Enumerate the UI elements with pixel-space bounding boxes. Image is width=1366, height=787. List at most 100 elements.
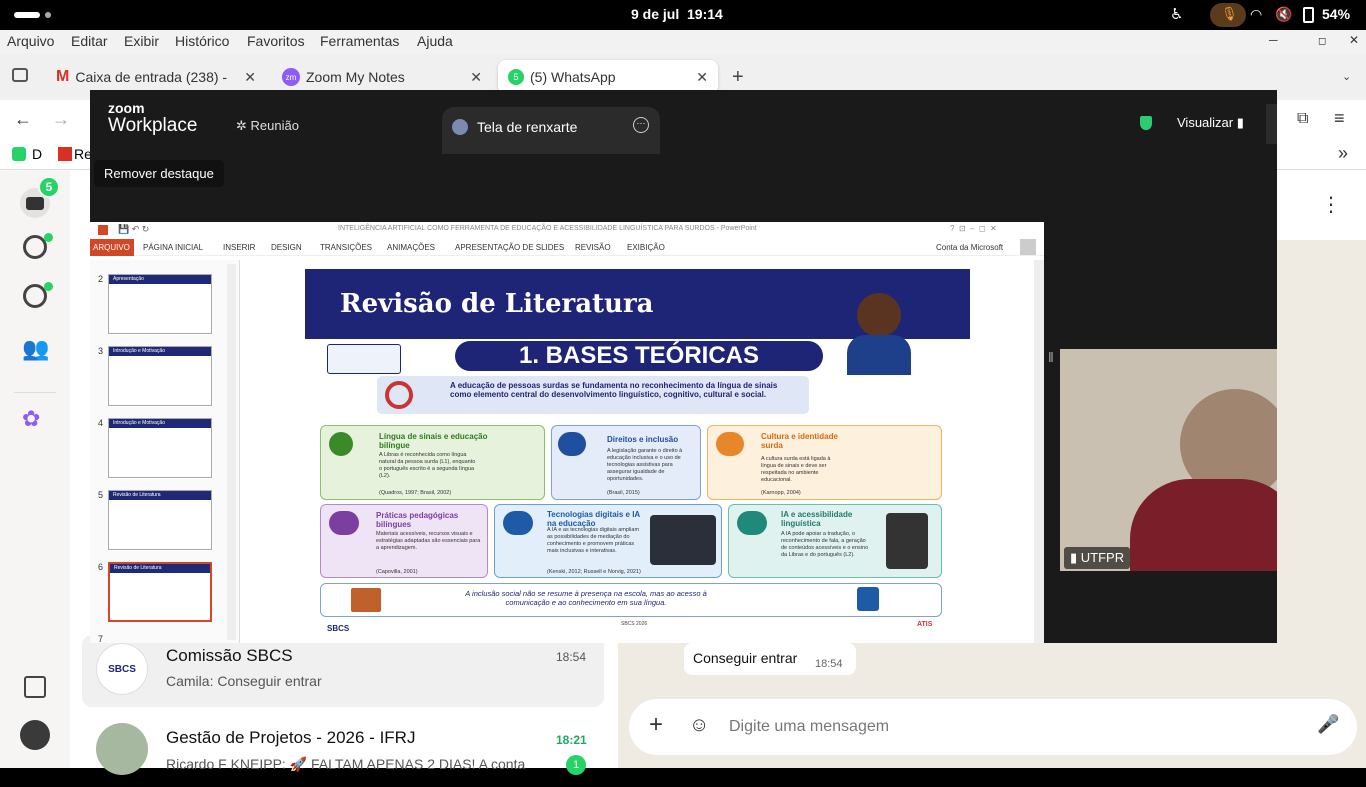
back-icon[interactable]: ← xyxy=(14,109,32,130)
clock[interactable]: 9 de jul 19:14 xyxy=(631,6,723,22)
menu-ajuda[interactable]: Ajuda xyxy=(417,33,453,49)
share-screen-tab[interactable]: Tela de renxarte ··· xyxy=(442,107,660,154)
unread-count-badge: 1 xyxy=(566,755,586,775)
card-praticas: Práticas pedagógicas bilíngues Materiais… xyxy=(320,504,488,578)
chat-item-gestao[interactable]: Gestão de Projetos - 2026 - IFRJ Ricardo… xyxy=(82,715,604,787)
bookmark-favicon xyxy=(58,147,72,161)
emoji-icon[interactable]: ☺ xyxy=(689,714,709,737)
ribbon-design[interactable]: DESIGN xyxy=(271,243,302,252)
resize-handle[interactable]: ‖ xyxy=(1048,349,1058,379)
forward-icon[interactable]: → xyxy=(52,109,70,130)
accessibility-icon[interactable]: ♿ xyxy=(1170,5,1183,23)
ribbon-inserir[interactable]: INSERIR xyxy=(223,243,255,252)
close-tab-icon[interactable]: ✕ xyxy=(696,69,708,86)
thumb-number: 4 xyxy=(98,418,104,428)
books-illustration xyxy=(351,588,381,612)
ribbon-revisao[interactable]: REVISÃO xyxy=(575,243,611,252)
card-body: A Libras é reconhecida como língua natur… xyxy=(379,452,476,479)
rail-divider xyxy=(14,392,56,393)
slide-scrollbar[interactable] xyxy=(1034,260,1044,643)
menu-historico[interactable]: Histórico xyxy=(175,33,229,49)
date-text: 9 de jul xyxy=(631,6,680,22)
tab-whatsapp[interactable]: 5 (5) WhatsApp ✕ xyxy=(498,60,718,94)
maximize-icon[interactable]: ◻ xyxy=(1318,36,1326,47)
more-bookmarks-icon[interactable]: » xyxy=(1338,143,1348,164)
close-tab-icon[interactable]: ✕ xyxy=(244,69,256,86)
app-menu-icon[interactable]: ≡ xyxy=(1334,108,1345,129)
list-tabs-icon[interactable]: ⌄ xyxy=(1342,70,1351,83)
communities-icon[interactable]: 👥 xyxy=(22,336,49,362)
meta-ai-icon[interactable]: ✿ xyxy=(22,406,40,432)
message-bubble[interactable]: Conseguir entrar 18:54 xyxy=(684,643,856,675)
slide-thumbnail[interactable]: Apresentação xyxy=(108,274,212,334)
slide-thumbnail-selected[interactable]: Revisão de Literatura xyxy=(108,562,212,622)
menu-arquivo[interactable]: Arquivo xyxy=(7,33,54,49)
card-body: A cultura surda está ligada à língua de … xyxy=(761,456,831,483)
ribbon-transicoes[interactable]: TRANSIÇÕES xyxy=(320,243,372,252)
card-body: Materiais acessíveis, recursos visuais e… xyxy=(376,531,481,551)
microphone-icon[interactable]: 🎤 xyxy=(1317,714,1339,735)
ribbon-animacoes[interactable]: ANIMAÇÕES xyxy=(387,243,435,252)
ppt-account[interactable]: Conta da Microsoft xyxy=(936,243,1003,252)
chat-item-comissao[interactable]: SBCS Comissão SBCS Camila: Conseguir ent… xyxy=(82,635,604,707)
ribbon-apresentacao[interactable]: APRESENTAÇÃO DE SLIDES xyxy=(455,243,564,252)
mic-muted-indicator[interactable]: 🎙 xyxy=(1210,3,1246,27)
more-options-icon[interactable]: ⋮ xyxy=(1321,192,1341,217)
close-tab-icon[interactable]: ✕ xyxy=(470,69,482,86)
media-icon[interactable] xyxy=(24,676,46,698)
tab-gmail[interactable]: M Caixa de entrada (238) - ✕ xyxy=(46,60,266,94)
close-window-icon[interactable]: ✕ xyxy=(1349,33,1359,47)
options-icon[interactable]: ··· xyxy=(633,117,649,133)
tab-label: (5) WhatsApp xyxy=(530,69,616,85)
volume-muted-icon[interactable]: 🔇 xyxy=(1275,6,1292,23)
view-button[interactable]: Visualizar ▮ xyxy=(1177,115,1244,131)
zoom-logo: zoom Workplace xyxy=(108,101,197,137)
bookmark-item[interactable]: D xyxy=(32,146,42,162)
activities-indicator[interactable] xyxy=(14,12,40,18)
ppt-account-avatar[interactable] xyxy=(1020,239,1036,255)
footer-logo-atis: ATIS xyxy=(917,621,933,628)
target-icon xyxy=(385,381,413,409)
ai-brain-icon xyxy=(737,511,767,535)
extensions-icon[interactable]: ⧉ xyxy=(1297,110,1308,128)
ppt-window-controls[interactable]: ? ⊡ – ◻ ✕ xyxy=(950,224,997,233)
participant-video[interactable]: ▮ UTFPR xyxy=(1060,349,1277,571)
slide-thumbnail[interactable]: Revisão de Literatura xyxy=(108,490,212,550)
wifi-icon[interactable]: ◠ xyxy=(1250,6,1262,23)
battery-icon[interactable] xyxy=(1303,7,1314,23)
zoom-header: zoom Workplace ✲ Reunião Tela de renxarte… xyxy=(90,90,1277,154)
security-shield-icon[interactable] xyxy=(1140,116,1152,130)
time-text: 19:14 xyxy=(687,6,723,22)
tab-zoom-notes[interactable]: zm Zoom My Notes ✕ xyxy=(272,60,492,94)
menu-ferramentas[interactable]: Ferramentas xyxy=(320,33,399,49)
attach-plus-icon[interactable]: + xyxy=(649,711,663,739)
new-tab-icon[interactable]: + xyxy=(732,66,744,89)
remove-spotlight-tooltip[interactable]: Remover destaque xyxy=(94,160,224,187)
participant-label: ▮ UTFPR xyxy=(1064,547,1131,569)
ribbon-exibicao[interactable]: EXIBIÇÃO xyxy=(627,243,665,252)
minimize-icon[interactable]: ─ xyxy=(1269,33,1278,47)
menu-editar[interactable]: Editar xyxy=(71,33,108,49)
slide-thumbnail[interactable]: Introdução e Motivação xyxy=(108,418,212,478)
tablet-illustration xyxy=(886,513,928,569)
card-body: A IA pode apoiar a tradução, o reconheci… xyxy=(781,531,869,558)
profile-avatar[interactable] xyxy=(20,720,50,750)
menu-favoritos[interactable]: Favoritos xyxy=(247,33,305,49)
slide-thumbnail[interactable]: Introdução e Motivação xyxy=(108,346,212,406)
gmail-icon: M xyxy=(56,68,70,85)
ppt-window-title: INTELIGÊNCIA ARTIFICIAL COMO FERRAMENTA … xyxy=(338,225,757,232)
chat-name: Gestão de Projetos - 2026 - IFRJ xyxy=(166,728,416,747)
tab-overview-icon[interactable] xyxy=(12,68,28,82)
thumb-number: 7 xyxy=(98,634,104,643)
meeting-tab[interactable]: ✲ Reunião xyxy=(236,118,299,134)
participant-name: UTFPR xyxy=(1080,550,1125,565)
thumbs-scrollbar[interactable] xyxy=(227,264,236,640)
girl-illustration xyxy=(825,269,945,379)
ribbon-pagina-inicial[interactable]: PÁGINA INICIAL xyxy=(143,243,203,252)
menu-exibir[interactable]: Exibir xyxy=(124,33,159,49)
card-title: Direitos e inclusão xyxy=(607,435,679,444)
ribbon-arquivo[interactable]: ARQUIVO xyxy=(90,239,134,256)
message-input[interactable]: Digite uma mensagem xyxy=(729,718,889,736)
ppt-quick-access[interactable]: 💾 ↶ ↻ xyxy=(118,224,149,235)
unread-badge: 5 xyxy=(38,176,60,198)
